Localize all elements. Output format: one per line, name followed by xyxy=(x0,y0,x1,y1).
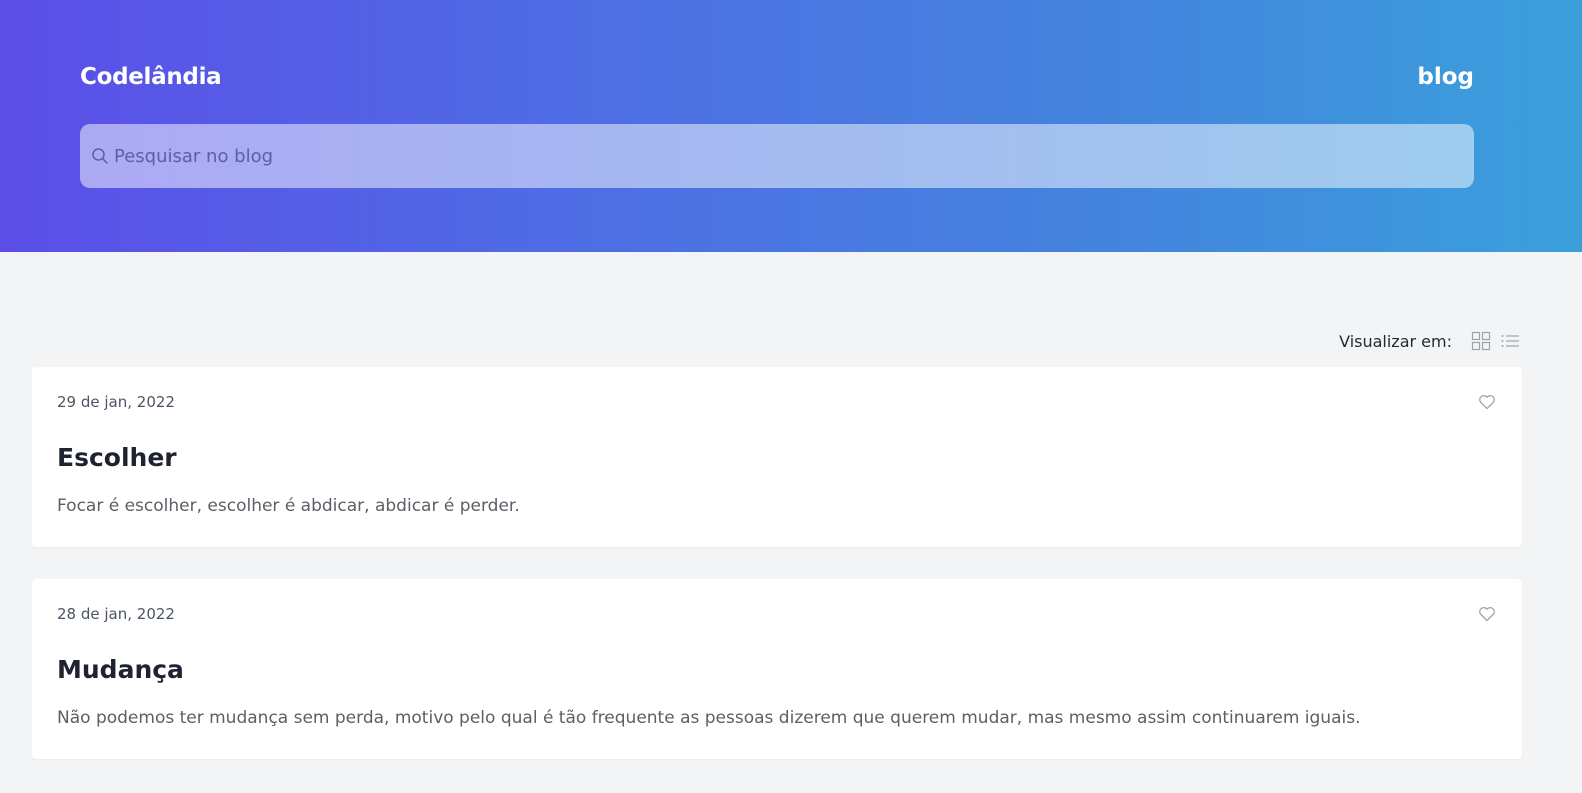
search-bar xyxy=(80,124,1474,188)
heart-icon[interactable] xyxy=(1478,605,1496,623)
post-date: 28 de jan, 2022 xyxy=(57,605,175,623)
section-title[interactable]: blog xyxy=(1417,64,1474,90)
post-date: 29 de jan, 2022 xyxy=(57,393,175,411)
brand-logo[interactable]: Codelândia xyxy=(80,64,222,90)
post-excerpt: Não podemos ter mudança sem perda, motiv… xyxy=(57,708,1361,728)
search-icon xyxy=(92,148,108,164)
grid-icon[interactable] xyxy=(1471,331,1491,351)
view-toggle: Visualizar em: xyxy=(1339,330,1520,352)
list-icon[interactable] xyxy=(1500,331,1520,351)
post-card[interactable]: 28 de jan, 2022 Mudança Não podemos ter … xyxy=(32,579,1522,759)
hero-header: Codelândia blog xyxy=(0,0,1582,252)
search-input[interactable] xyxy=(114,124,1454,188)
heart-icon[interactable] xyxy=(1478,393,1496,411)
post-title[interactable]: Escolher xyxy=(57,443,177,472)
post-excerpt: Focar é escolher, escolher é abdicar, ab… xyxy=(57,496,520,516)
view-label: Visualizar em: xyxy=(1339,331,1452,351)
post-title[interactable]: Mudança xyxy=(57,655,184,684)
post-card[interactable]: 29 de jan, 2022 Escolher Focar é escolhe… xyxy=(32,367,1522,547)
